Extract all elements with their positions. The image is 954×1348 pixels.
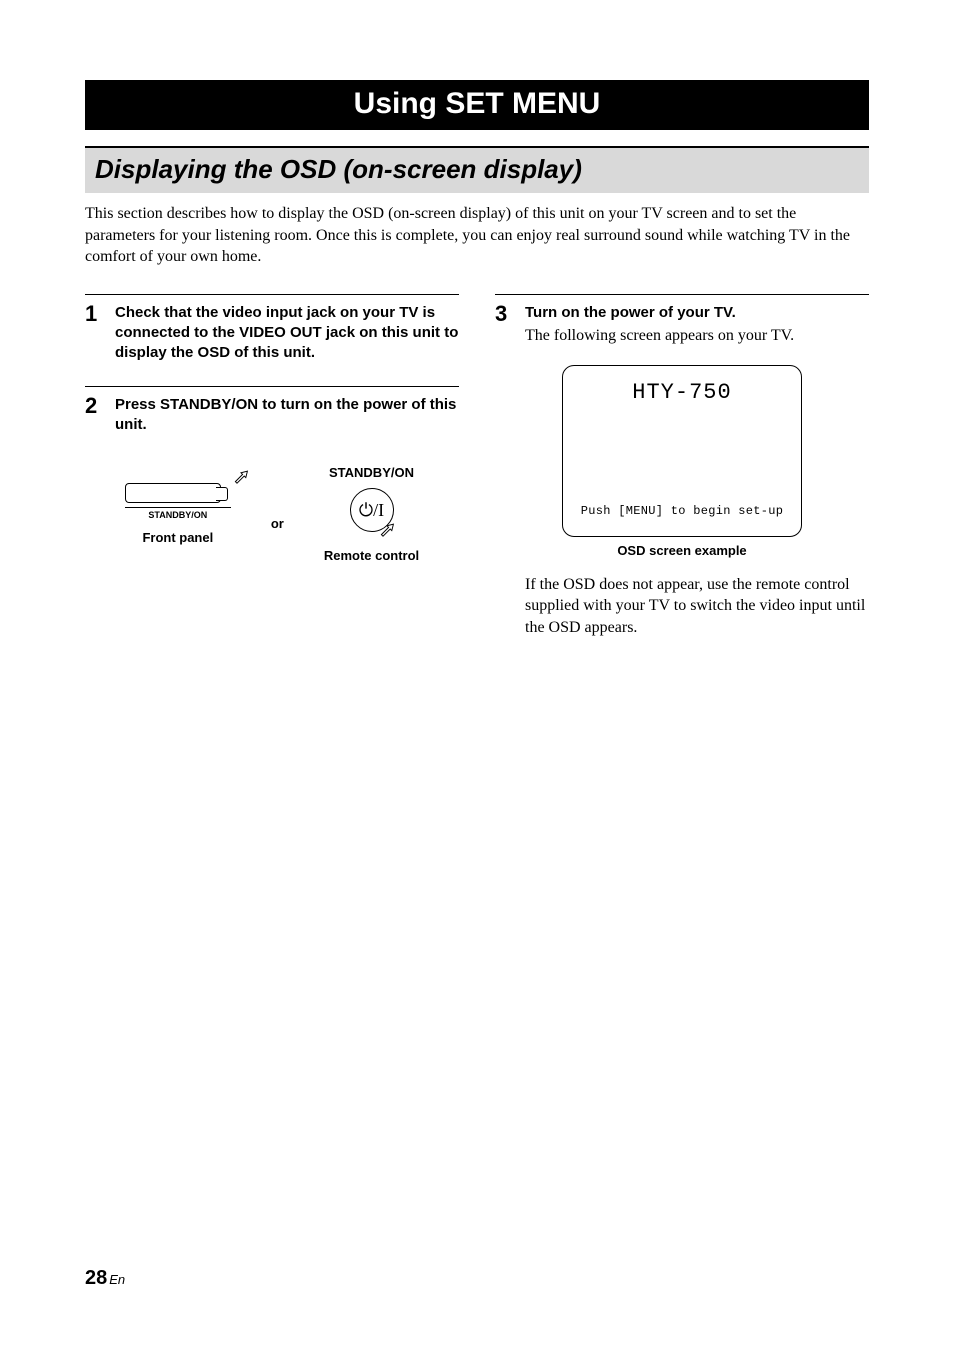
page-footer: 28En [85, 1267, 125, 1290]
page-language: En [109, 1272, 125, 1287]
remote-control-caption: Remote control [324, 548, 419, 563]
step-1: 1 Check that the video input jack on you… [85, 294, 459, 364]
page-number: 28 [85, 1267, 107, 1289]
step-number: 3 [495, 303, 511, 325]
step-2: 2 Press STANDBY/ON to turn on the power … [85, 386, 459, 564]
power-glyph-icon: ⏻/I [359, 501, 384, 519]
step-3-followup: If the OSD does not appear, use the remo… [525, 574, 869, 639]
osd-prompt-text: Push [MENU] to begin set-up [581, 504, 784, 518]
front-panel-illustration: STANDBY/ON Front panel [125, 483, 231, 545]
or-separator: or [271, 516, 284, 531]
osd-model-text: HTY-750 [632, 380, 731, 405]
power-button-icon: ⏻/I [350, 488, 394, 532]
osd-caption: OSD screen example [495, 543, 869, 558]
pointer-arrow-icon [379, 521, 395, 537]
step-instruction: Turn on the power of your TV. [525, 303, 794, 323]
step-subtext: The following screen appears on your TV. [525, 325, 794, 347]
remote-control-illustration: STANDBY/ON ⏻/I Remote control [324, 465, 419, 563]
chapter-title: Using SET MENU [85, 80, 869, 130]
right-column: 3 Turn on the power of your TV. The foll… [495, 294, 869, 661]
step-number: 2 [85, 395, 101, 417]
two-column-layout: 1 Check that the video input jack on you… [85, 294, 869, 661]
remote-button-label: STANDBY/ON [329, 465, 414, 480]
section-title: Displaying the OSD (on-screen display) [85, 146, 869, 193]
pointer-arrow-icon [233, 468, 249, 484]
osd-screen-example: HTY-750 Push [MENU] to begin set-up [562, 365, 802, 537]
front-panel-button-label: STANDBY/ON [148, 510, 207, 520]
front-panel-button-drawing: STANDBY/ON [125, 483, 231, 520]
step-3: 3 Turn on the power of your TV. The foll… [495, 294, 869, 639]
front-panel-caption: Front panel [142, 530, 213, 545]
step-2-illustration: STANDBY/ON Front panel or STANDBY/ON ⏻/I… [85, 465, 459, 563]
left-column: 1 Check that the video input jack on you… [85, 294, 459, 661]
step-instruction: Check that the video input jack on your … [115, 303, 459, 364]
step-number: 1 [85, 303, 101, 325]
intro-paragraph: This section describes how to display th… [85, 203, 869, 268]
step-instruction: Press STANDBY/ON to turn on the power of… [115, 395, 459, 436]
